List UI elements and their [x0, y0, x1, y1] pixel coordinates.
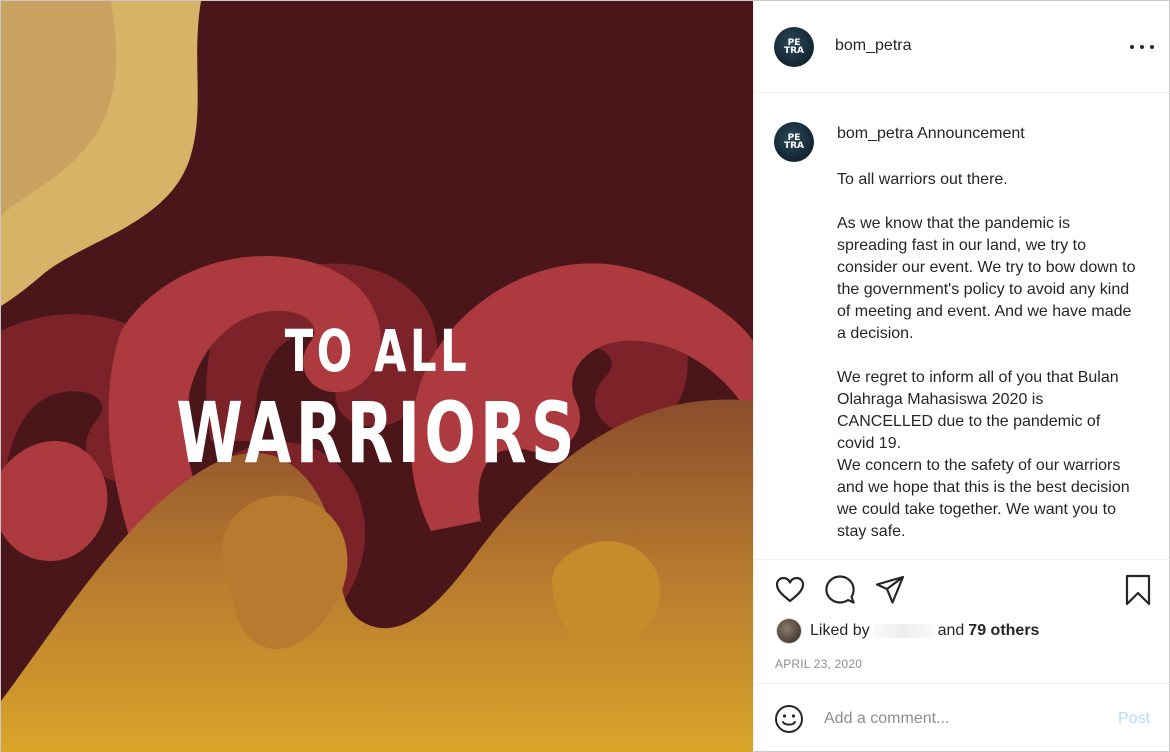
liker-avatar[interactable] [776, 618, 802, 644]
dot [1150, 45, 1154, 49]
post-image[interactable]: TO ALL WARRIORS [1, 1, 753, 752]
caption-avatar[interactable]: PE TRA [774, 122, 814, 162]
dot [1140, 45, 1144, 49]
artwork-heading-line2: WARRIORS [176, 384, 579, 482]
post-actions: Liked by and 79 others APRIL 23, 2020 [754, 559, 1170, 683]
share-icon[interactable] [874, 574, 906, 606]
likes-prefix: Liked by [810, 622, 870, 639]
caption-body: To all warriors out there. As we know th… [837, 169, 1137, 543]
post-sidebar: PE TRA bom_petra PE TRA bom_petra Announ… [753, 1, 1170, 752]
post-caption: PE TRA bom_petra Announcement To all war… [754, 93, 1170, 559]
artwork-heading-line1: TO ALL [284, 317, 471, 385]
dot [1130, 45, 1134, 49]
add-comment-bar: Post [754, 683, 1170, 752]
header-username[interactable]: bom_petra [835, 37, 912, 55]
caption-username[interactable]: bom_petra [837, 125, 914, 142]
avatar-monogram-bottom: TRA [783, 46, 805, 56]
caption-text: To all warriors out there. As we know th… [837, 171, 1136, 540]
bookmark-icon[interactable] [1122, 574, 1154, 606]
comment-input[interactable] [824, 706, 1104, 732]
likes-summary: Liked by and 79 others [776, 617, 1039, 645]
likes-conjunction: and [937, 622, 965, 639]
likes-others-link[interactable]: 79 others [968, 622, 1039, 640]
avatar-monogram-bottom: TRA [783, 141, 805, 151]
profile-avatar[interactable]: PE TRA [774, 27, 814, 67]
redacted-username [872, 624, 935, 638]
avatar-monogram: PE TRA [783, 134, 805, 151]
caption-first-word: Announcement [917, 125, 1025, 142]
post-comment-button[interactable]: Post [1118, 710, 1150, 728]
emoji-icon[interactable] [774, 704, 804, 734]
heart-icon[interactable] [774, 574, 806, 606]
instagram-post: TO ALL WARRIORS PE TRA bom_petra PE TRA … [0, 0, 1170, 752]
comment-icon[interactable] [824, 574, 856, 606]
post-header: PE TRA bom_petra [754, 1, 1170, 93]
more-horizontal-icon[interactable] [1130, 38, 1154, 56]
caption-heading: bom_petra Announcement [837, 125, 1025, 143]
post-date[interactable]: APRIL 23, 2020 [775, 657, 862, 671]
avatar-monogram: PE TRA [783, 39, 805, 56]
